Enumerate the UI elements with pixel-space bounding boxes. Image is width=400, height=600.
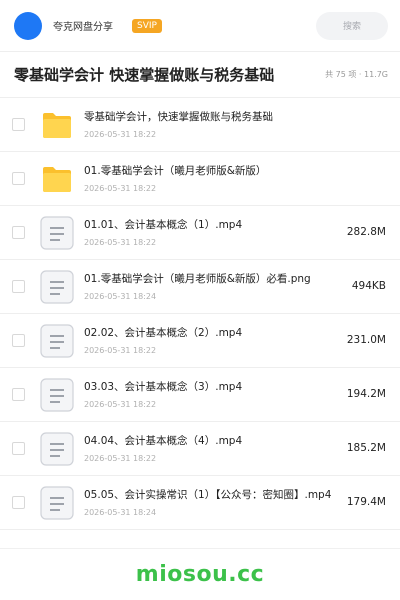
file-date: 2026-05-31 18:22 [84, 237, 157, 247]
file-name: 02.02、会计基本概念（2）.mp4 [84, 326, 243, 339]
file-date: 2026-05-31 18:22 [84, 399, 157, 409]
folder-icon [40, 108, 74, 142]
file-date: 2026-05-31 18:24 [84, 291, 157, 301]
file-size: 194.2M [346, 388, 386, 400]
file-info: 01.零基础学会计（曦月老师版&新版）必看.png 2026-05-31 18:2… [84, 272, 334, 302]
select-checkbox[interactable] [12, 388, 25, 401]
select-checkbox[interactable] [12, 442, 25, 455]
file-name: 05.05、会计实操常识（1）【公众号：密知圈】.mp4 [84, 488, 332, 501]
file-list: 零基础学会计，快速掌握做账与税务基础 2026-05-31 18:22 01.零基础… [0, 98, 400, 530]
file-row[interactable]: 01.01、会计基本概念（1）.mp4 2026-05-31 18:22 282.8… [0, 206, 400, 260]
page-title: 零基础学会计 快速掌握做账与税务基础 [14, 66, 275, 84]
document-icon [40, 215, 74, 250]
footer: miosou.cc [0, 548, 400, 600]
folder-icon [40, 162, 74, 196]
watermark: miosou.cc [135, 562, 265, 587]
select-checkbox[interactable] [12, 280, 25, 293]
file-row[interactable]: 05.05、会计实操常识（1）【公众号：密知圈】.mp4 2026-05-31 1… [0, 476, 400, 530]
document-icon [40, 431, 74, 466]
file-row[interactable]: 03.03、会计基本概念（3）.mp4 2026-05-31 18:22 194.2… [0, 368, 400, 422]
file-row[interactable]: 01.零基础学会计（曦月老师版&新版）必看.png 2026-05-31 18:2… [0, 260, 400, 314]
avatar[interactable] [14, 11, 42, 40]
file-size: 185.2M [346, 442, 386, 454]
file-info: 05.05、会计实操常识（1）【公众号：密知圈】.mp4 2026-05-31 1… [84, 488, 334, 518]
file-info: 零基础学会计，快速掌握做账与税务基础 2026-05-31 18:22 [84, 110, 334, 140]
file-info: 04.04、会计基本概念（4）.mp4 2026-05-31 18:22 [84, 434, 334, 464]
file-name: 零基础学会计，快速掌握做账与税务基础 [84, 110, 273, 123]
svip-badge: SVIP [132, 18, 162, 33]
file-info: 01.01、会计基本概念（1）.mp4 2026-05-31 18:22 [84, 218, 334, 248]
file-size: 494KB [351, 280, 386, 292]
file-info: 03.03、会计基本概念（3）.mp4 2026-05-31 18:22 [84, 380, 334, 410]
file-date: 2026-05-31 18:22 [84, 129, 157, 139]
file-date: 2026-05-31 18:22 [84, 183, 157, 193]
select-checkbox[interactable] [12, 334, 25, 347]
file-row[interactable]: 04.04、会计基本概念（4）.mp4 2026-05-31 18:22 185.2… [0, 422, 400, 476]
file-date: 2026-05-31 18:24 [84, 507, 157, 517]
search-input[interactable]: 搜索 [316, 11, 388, 40]
document-icon [40, 323, 74, 358]
file-row[interactable]: 01.零基础学会计（曦月老师版&新版） 2026-05-31 18:22 [0, 152, 400, 206]
folder-title-bar: 零基础学会计 快速掌握做账与税务基础 共 75 项 · 11.7G [0, 52, 400, 98]
document-icon [40, 485, 74, 520]
file-name: 01.零基础学会计（曦月老师版&新版） [84, 164, 267, 177]
search-placeholder: 搜索 [342, 22, 361, 32]
file-date: 2026-05-31 18:22 [84, 453, 157, 463]
select-checkbox[interactable] [12, 172, 25, 185]
brand-label: 夸克网盘分享 [53, 22, 113, 33]
file-size: 179.4M [346, 496, 386, 508]
file-info: 02.02、会计基本概念（2）.mp4 2026-05-31 18:22 [84, 326, 334, 356]
file-size: 282.8M [346, 226, 386, 238]
share-header: 夸克网盘分享 SVIP 搜索 [0, 0, 400, 52]
file-name: 01.零基础学会计（曦月老师版&新版）必看.png [84, 272, 311, 285]
file-name: 01.01、会计基本概念（1）.mp4 [84, 218, 243, 231]
file-row[interactable]: 02.02、会计基本概念（2）.mp4 2026-05-31 18:22 231.0… [0, 314, 400, 368]
document-icon [40, 377, 74, 412]
file-size: 231.0M [346, 334, 386, 346]
document-icon [40, 269, 74, 304]
file-name: 04.04、会计基本概念（4）.mp4 [84, 434, 243, 447]
folder-meta: 共 75 项 · 11.7G [325, 70, 388, 79]
select-checkbox[interactable] [12, 118, 25, 131]
select-checkbox[interactable] [12, 496, 25, 509]
select-checkbox[interactable] [12, 226, 25, 239]
file-info: 01.零基础学会计（曦月老师版&新版） 2026-05-31 18:22 [84, 164, 334, 194]
file-date: 2026-05-31 18:22 [84, 345, 157, 355]
file-name: 03.03、会计基本概念（3）.mp4 [84, 380, 243, 393]
file-row[interactable]: 零基础学会计，快速掌握做账与税务基础 2026-05-31 18:22 [0, 98, 400, 152]
